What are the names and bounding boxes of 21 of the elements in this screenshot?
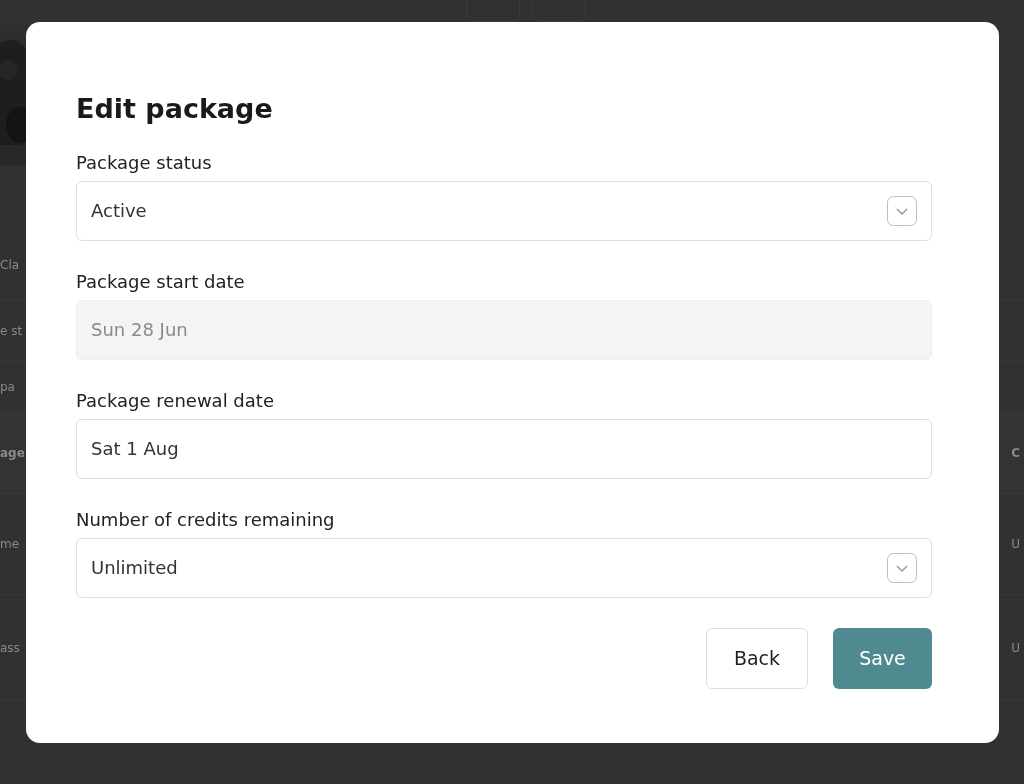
- select-field[interactable]: Unlimited: [76, 537, 932, 598]
- field-label: Package renewal date: [76, 389, 275, 411]
- table-cell: Cla: [0, 258, 20, 272]
- field-label: Package status: [76, 151, 213, 173]
- table-cell: pa: [0, 380, 15, 394]
- input-field[interactable]: Sat 1 Aug: [76, 418, 932, 479]
- dialog-title: Edit package: [76, 94, 274, 124]
- table-cell: e st: [0, 324, 23, 338]
- field-label: Number of credits remaining: [76, 508, 336, 530]
- chevron-down-icon: [887, 195, 917, 226]
- table-cell: U: [1011, 537, 1020, 551]
- table-cell: U: [1011, 640, 1020, 655]
- select-field[interactable]: Active: [76, 180, 932, 241]
- back-button[interactable]: Back: [706, 627, 808, 689]
- column-header: C: [1011, 446, 1020, 460]
- save-button[interactable]: Save: [833, 627, 932, 689]
- field-label: Package start date: [76, 270, 246, 292]
- chevron-down-icon: [887, 552, 917, 583]
- table-cell: ass: [0, 640, 20, 655]
- table-cell: me: [0, 537, 20, 551]
- column-header: age: [0, 446, 25, 460]
